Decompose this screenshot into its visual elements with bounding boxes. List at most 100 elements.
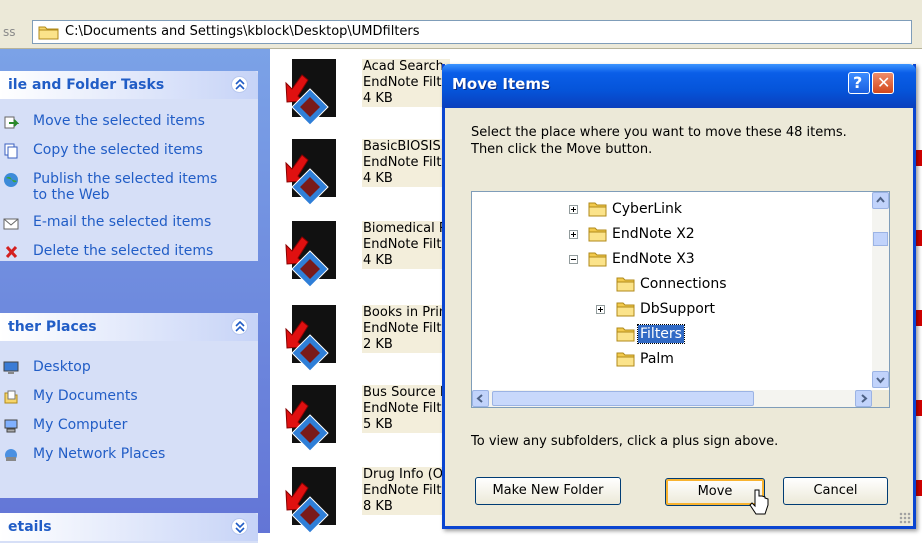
expand-plus-icon[interactable] <box>569 230 578 239</box>
folder-icon <box>38 26 59 40</box>
expand-plus-icon[interactable] <box>596 305 605 314</box>
tree-item[interactable]: Connections <box>472 274 872 296</box>
folder-tree[interactable]: Palm Filters DbSupport Connections EndNote X… <box>471 191 890 408</box>
dialog-hint: To view any subfolders, click a plus sig… <box>471 434 779 449</box>
other-places-header[interactable]: ther Places <box>0 313 258 341</box>
close-button[interactable]: ✕ <box>872 72 894 94</box>
folder-icon <box>588 202 607 217</box>
partial-file-icon <box>916 230 922 246</box>
email-icon <box>3 218 19 230</box>
endnote-filter-file-icon <box>285 385 336 452</box>
file-type: EndNote Filte <box>363 321 450 336</box>
tree-item-label: Connections <box>640 276 727 292</box>
folder-icon <box>616 327 635 342</box>
tree-item[interactable]: EndNote X3 <box>472 249 872 271</box>
desktop-icon <box>3 361 19 374</box>
expand-chevron-icon[interactable] <box>231 518 248 535</box>
file-label: Drug Info (O EndNote Filte 8 KB <box>362 467 451 515</box>
file-label: Books in Print EndNote Filte 2 KB <box>362 305 454 353</box>
horizontal-scrollbar[interactable] <box>472 390 872 407</box>
dialog-message: Select the place where you want to move … <box>471 125 847 157</box>
partial-file-icon <box>916 480 922 496</box>
file-name: BasicBIOSIS <box>363 139 441 154</box>
scroll-left-button[interactable] <box>472 390 489 407</box>
endnote-filter-file-icon <box>285 221 336 288</box>
address-field[interactable]: C:\Documents and Settings\kblock\Desktop… <box>32 20 912 44</box>
make-new-folder-button[interactable]: Make New Folder <box>475 477 621 505</box>
task-email-selected[interactable]: E-mail the selected items <box>0 213 258 235</box>
file-size: 8 KB <box>363 499 393 514</box>
file-type: EndNote Filte <box>363 483 450 498</box>
task-move-selected[interactable]: Move the selected items <box>0 112 258 134</box>
network-places-icon <box>5 449 17 461</box>
delete-icon <box>5 245 18 259</box>
endnote-filter-file-icon <box>285 139 336 206</box>
my-documents-icon <box>4 390 18 404</box>
panel-title: ile and Folder Tasks <box>8 77 165 93</box>
resize-grip[interactable] <box>899 512 911 524</box>
task-copy-selected[interactable]: Copy the selected items <box>0 141 258 163</box>
place-my-computer[interactable]: My Computer <box>0 416 258 438</box>
address-bar: ss C:\Documents and Settings\kblock\Desk… <box>0 16 922 49</box>
place-network-places[interactable]: My Network Places <box>0 445 258 467</box>
task-publish-web[interactable]: Publish the selected items to the Web <box>0 170 258 206</box>
arrow-up-icon <box>876 196 885 203</box>
place-desktop[interactable]: Desktop <box>0 358 258 380</box>
place-my-documents[interactable]: My Documents <box>0 387 258 409</box>
arrow-right-icon <box>861 394 868 403</box>
scroll-right-button[interactable] <box>855 390 872 407</box>
publish-web-icon <box>4 173 18 187</box>
folder-icon <box>616 302 635 317</box>
file-item[interactable]: BasicBIOSIS EndNote Filte 4 KB <box>280 137 451 211</box>
file-label: Bus Source P EndNote Filte 5 KB <box>362 385 451 433</box>
file-size: 4 KB <box>363 171 393 186</box>
collapse-minus-icon[interactable] <box>569 255 578 264</box>
file-type: EndNote Filte <box>363 155 450 170</box>
details-header[interactable]: etails <box>0 513 258 541</box>
endnote-filter-file-icon <box>285 467 336 534</box>
move-items-dialog: Move Items ? ✕ Select the place where yo… <box>442 64 916 529</box>
dialog-titlebar[interactable]: Move Items ? ✕ <box>442 64 916 108</box>
tree-item-label: CyberLink <box>612 201 682 217</box>
scroll-corner <box>872 390 889 407</box>
panel-title: ther Places <box>8 319 97 335</box>
close-icon: ✕ <box>877 73 891 92</box>
endnote-filter-file-icon <box>285 59 336 126</box>
collapse-chevron-icon[interactable] <box>231 318 248 335</box>
file-item[interactable]: Bus Source P EndNote Filte 5 KB <box>280 383 451 457</box>
tree-item[interactable]: EndNote X2 <box>472 224 872 246</box>
task-pane: ile and Folder Tasks Move the selected i… <box>0 49 270 543</box>
collapse-chevron-icon[interactable] <box>231 76 248 93</box>
tree-item[interactable]: Palm <box>472 349 872 371</box>
file-item[interactable]: Biomedical Re EndNote Filte 4 KB <box>280 219 457 293</box>
help-button[interactable]: ? <box>848 72 870 94</box>
scroll-down-button[interactable] <box>872 371 889 388</box>
tree-item[interactable]: Filters <box>472 324 872 346</box>
file-name: Acad Search <box>363 59 444 74</box>
expand-plus-icon[interactable] <box>569 205 578 214</box>
file-item[interactable]: Drug Info (O EndNote Filte 8 KB <box>280 465 451 539</box>
arrow-left-icon <box>476 394 483 403</box>
tree-item[interactable]: CyberLink <box>472 199 872 221</box>
file-name: Drug Info (O <box>363 467 444 482</box>
tree-item[interactable]: DbSupport <box>472 299 872 321</box>
file-item[interactable]: Acad Search EndNote Filte 4 KB <box>280 57 451 131</box>
scroll-thumb-horizontal[interactable] <box>492 391 754 406</box>
cancel-button[interactable]: Cancel <box>783 477 888 505</box>
scroll-thumb[interactable] <box>873 232 888 246</box>
vertical-scrollbar[interactable] <box>872 192 889 388</box>
help-icon: ? <box>853 73 863 92</box>
scroll-up-button[interactable] <box>872 192 889 209</box>
file-item[interactable]: Books in Print EndNote Filte 2 KB <box>280 303 454 377</box>
file-size: 4 KB <box>363 91 393 106</box>
folder-icon <box>616 352 635 367</box>
address-path: C:\Documents and Settings\kblock\Desktop… <box>65 24 420 39</box>
task-delete-selected[interactable]: Delete the selected items <box>0 242 258 264</box>
file-size: 5 KB <box>363 417 393 432</box>
file-folder-tasks-header[interactable]: ile and Folder Tasks <box>0 71 258 99</box>
partial-file-icon <box>916 310 922 326</box>
file-label: BasicBIOSIS EndNote Filte 4 KB <box>362 139 451 187</box>
move-icon <box>4 116 19 129</box>
my-computer-icon <box>4 419 18 433</box>
folder-icon <box>588 227 607 242</box>
